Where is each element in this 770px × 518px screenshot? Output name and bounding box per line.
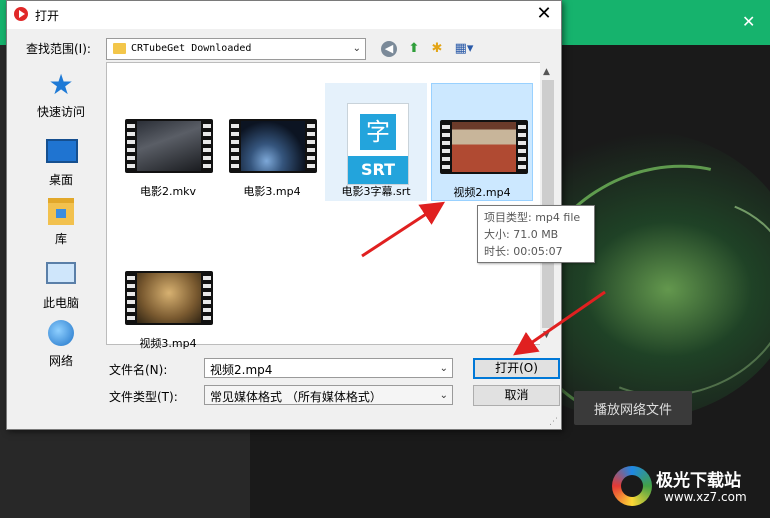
video-thumbnail-icon <box>125 119 213 173</box>
open-file-dialog: 打开 ✕ 查找范围(I): CRTubeGet Downloaded ⌄ ◀ ⬆… <box>6 0 595 430</box>
video-thumbnail-icon <box>229 119 317 173</box>
file-item[interactable]: 电影2.mkv <box>117 83 219 201</box>
watermark-url: www.xz7.com <box>664 490 747 504</box>
back-button[interactable]: ◀ <box>381 41 397 57</box>
dialog-close-button[interactable]: ✕ <box>531 3 557 25</box>
file-name: 视频2.mp4 <box>453 186 511 199</box>
file-info-tooltip: 项目类型: mp4 file 大小: 71.0 MB 时长: 00:05:07 <box>477 205 595 263</box>
video-thumbnail-icon <box>125 271 213 325</box>
tooltip-size: 大小: 71.0 MB <box>484 228 559 241</box>
look-in-label: 查找范围(I): <box>26 42 91 56</box>
place-network[interactable]: 网络 <box>26 320 96 369</box>
file-name: 电影2.mkv <box>139 185 197 198</box>
video-thumbnail-icon <box>440 120 528 174</box>
file-name: 电影3.mp4 <box>243 185 301 198</box>
place-label: 桌面 <box>48 173 73 187</box>
chevron-down-icon: ⌄ <box>439 390 448 401</box>
play-network-file-button[interactable]: 播放网络文件 <box>574 391 692 425</box>
dialog-title-bar: 打开 ✕ <box>7 1 561 29</box>
file-name-label: 文件名(N): <box>109 363 168 377</box>
library-icon <box>46 198 76 226</box>
scroll-thumb[interactable] <box>542 80 554 328</box>
file-item[interactable]: 电影3.mp4 <box>221 83 323 201</box>
cancel-button[interactable]: 取消 <box>473 385 560 406</box>
chevron-down-icon: ⌄ <box>352 43 361 54</box>
place-this-pc[interactable]: 此电脑 <box>26 258 96 311</box>
file-list[interactable]: 电影2.mkv 电影3.mp4 字 SRT 电影3字幕.srt 视频2.mp4 … <box>106 62 546 350</box>
subtitle-file-icon: 字 SRT <box>347 103 409 185</box>
resize-grip-icon[interactable]: ⋰ <box>549 417 558 427</box>
new-folder-button[interactable]: ✱ <box>427 40 447 58</box>
dialog-title: 打开 <box>35 9 60 23</box>
desktop-icon <box>46 139 78 167</box>
chevron-down-icon[interactable]: ⌄ <box>440 363 448 374</box>
app-close-icon[interactable]: ✕ <box>742 12 755 31</box>
open-button[interactable]: 打开(O) <box>473 358 560 379</box>
place-library[interactable]: 库 <box>26 196 96 247</box>
place-label: 网络 <box>48 354 73 368</box>
network-icon <box>46 320 76 348</box>
place-desktop[interactable]: 桌面 <box>26 135 96 188</box>
place-label: 此电脑 <box>42 296 79 310</box>
file-item-selected[interactable]: 视频2.mp4 <box>431 83 533 201</box>
look-in-dropdown[interactable]: CRTubeGet Downloaded ⌄ <box>106 38 366 60</box>
scroll-down-icon[interactable]: ▼ <box>543 330 550 340</box>
folder-icon <box>113 43 126 54</box>
quick-access-icon: ★ <box>48 68 74 101</box>
computer-icon <box>46 262 76 290</box>
up-folder-button[interactable]: ⬆ <box>404 40 424 58</box>
file-type-label: 文件类型(T): <box>109 390 178 404</box>
view-menu-button[interactable]: ▦▾ <box>451 40 477 58</box>
place-label: 快速访问 <box>36 105 85 119</box>
tooltip-type: 项目类型: mp4 file <box>484 211 581 224</box>
file-type-dropdown[interactable]: 常见媒体格式 （所有媒体格式） ⌄ <box>204 385 453 405</box>
scroll-up-icon[interactable]: ▲ <box>543 67 550 77</box>
file-name: 视频3.mp4 <box>139 337 197 350</box>
places-bar: ★ 快速访问 桌面 库 此电脑 网络 <box>26 63 96 383</box>
look-in-value: CRTubeGet Downloaded <box>131 43 252 54</box>
watermark-title: 极光下载站 <box>656 471 741 491</box>
file-name: 电影3字幕.srt <box>341 185 411 198</box>
place-label: 库 <box>54 232 67 246</box>
watermark-logo-icon <box>612 466 652 506</box>
app-logo-icon <box>14 7 28 21</box>
watermark: 极光下载站 www.xz7.com <box>612 464 762 510</box>
file-name-input[interactable]: 视频2.mp4 ⌄ <box>204 358 453 378</box>
file-item[interactable]: 视频3.mp4 <box>117 235 219 353</box>
file-name-value: 视频2.mp4 <box>210 363 273 377</box>
file-list-scrollbar[interactable]: ▲ ▼ <box>540 62 557 345</box>
file-item[interactable]: 字 SRT 电影3字幕.srt <box>325 83 427 201</box>
file-type-value: 常见媒体格式 （所有媒体格式） <box>210 390 382 404</box>
tooltip-duration: 时长: 00:05:07 <box>484 245 563 258</box>
place-quick-access[interactable]: ★ 快速访问 <box>26 71 96 120</box>
